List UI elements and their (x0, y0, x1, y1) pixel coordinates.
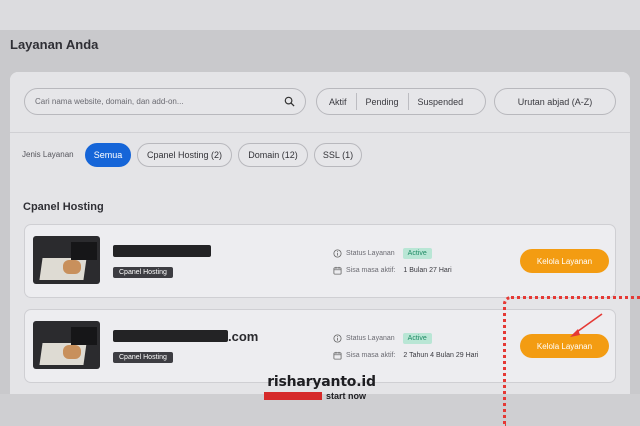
section-title: Cpanel Hosting (23, 201, 104, 213)
status-divider (407, 93, 409, 110)
info-icon (333, 249, 342, 258)
top-strip (0, 0, 640, 30)
pointer-arrow-icon (570, 313, 603, 337)
status-row: Status Layanan Active (333, 333, 432, 344)
filters-divider (10, 132, 630, 133)
service-name: .com (113, 328, 258, 344)
chip-ssl[interactable]: SSL (1) (314, 143, 362, 167)
chip-semua[interactable]: Semua (85, 143, 131, 167)
watermark-bar (264, 392, 322, 400)
calendar-icon (333, 266, 342, 275)
kelola-layanan-button[interactable]: Kelola Layanan (520, 249, 609, 273)
jenis-layanan-label: Jenis Layanan (22, 150, 74, 159)
service-type-badge: Cpanel Hosting (113, 352, 173, 363)
status-row: Status Layanan Active (333, 248, 432, 259)
service-thumbnail (33, 236, 100, 284)
page-title: Layanan Anda (10, 37, 99, 52)
service-card: Cpanel Hosting Status Layanan Active Sis… (24, 224, 616, 298)
expiry-row: Sisa masa aktif: 2 Tahun 4 Bulan 29 Hari (333, 351, 478, 360)
service-type-badge: Cpanel Hosting (113, 267, 173, 278)
calendar-icon (333, 351, 342, 360)
search-icon[interactable] (284, 96, 295, 107)
chip-domain[interactable]: Domain (12) (238, 143, 308, 167)
search-placeholder: Cari nama website, domain, dan add-on... (35, 97, 184, 106)
expiry-value: 2 Tahun 4 Bulan 29 Hari (403, 352, 479, 359)
watermark-subtitle: start now (326, 391, 367, 401)
chip-cpanel-hosting[interactable]: Cpanel Hosting (2) (137, 143, 232, 167)
status-badge: Active (402, 248, 432, 259)
info-icon (333, 334, 342, 343)
watermark: risharyanto.id start now (264, 374, 379, 401)
watermark-title: risharyanto.id (267, 374, 376, 390)
sort-select[interactable]: Urutan abjad (A-Z) (494, 88, 616, 115)
status-label: Status Layanan (346, 335, 395, 342)
expiry-label: Sisa masa aktif: (346, 267, 396, 274)
search-input[interactable]: Cari nama website, domain, dan add-on... (24, 88, 306, 115)
status-filter-pending[interactable]: Pending (359, 91, 406, 113)
status-divider (355, 93, 357, 110)
expiry-value: 1 Bulan 27 Hari (403, 267, 452, 274)
service-thumbnail (33, 321, 100, 369)
status-filter-aktif[interactable]: Aktif (322, 91, 354, 113)
status-filter-suspended[interactable]: Suspended (411, 91, 471, 113)
status-badge: Active (402, 333, 432, 344)
status-label: Status Layanan (346, 250, 395, 257)
expiry-row: Sisa masa aktif: 1 Bulan 27 Hari (333, 266, 452, 275)
redacted-name (113, 245, 211, 257)
service-name (113, 243, 211, 259)
redacted-name (113, 330, 228, 342)
expiry-label: Sisa masa aktif: (346, 352, 396, 359)
status-filter-group: Aktif Pending Suspended (316, 88, 486, 115)
